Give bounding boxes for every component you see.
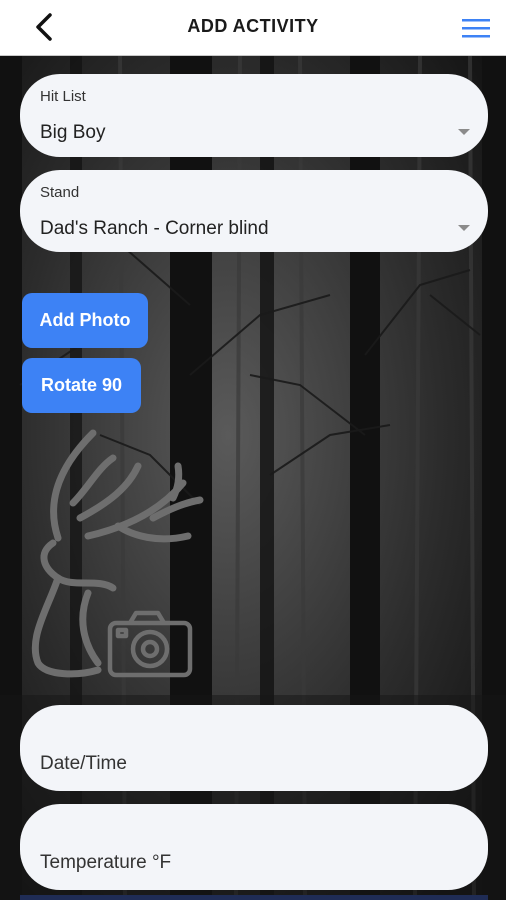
hit-list-label: Hit List xyxy=(40,88,86,105)
bottom-divider xyxy=(20,895,488,900)
date-time-placeholder: Date/Time xyxy=(40,753,127,774)
add-activity-screen: ADD ACTIVITY Hit List Big Boy Stand Dad'… xyxy=(0,0,506,900)
page-title: ADD ACTIVITY xyxy=(187,16,319,36)
date-time-field[interactable]: Date/Time xyxy=(20,705,488,791)
deer-camera-icon[interactable] xyxy=(18,418,208,680)
app-header: ADD ACTIVITY xyxy=(0,0,506,56)
stand-select[interactable]: Stand Dad's Ranch - Corner blind xyxy=(20,170,488,252)
hamburger-menu-icon xyxy=(462,19,490,38)
temperature-field[interactable]: Temperature °F xyxy=(20,804,488,890)
stand-label: Stand xyxy=(40,184,80,201)
add-photo-button[interactable]: Add Photo xyxy=(22,293,148,348)
hit-list-select[interactable]: Hit List Big Boy xyxy=(20,74,488,157)
stand-value: Dad's Ranch - Corner blind xyxy=(40,218,269,239)
temperature-placeholder: Temperature °F xyxy=(40,852,172,873)
dropdown-arrow-icon xyxy=(458,129,470,135)
hit-list-value: Big Boy xyxy=(40,122,106,143)
rotate-90-button[interactable]: Rotate 90 xyxy=(22,358,141,413)
menu-button[interactable] xyxy=(460,16,492,40)
dropdown-arrow-icon xyxy=(458,225,470,231)
